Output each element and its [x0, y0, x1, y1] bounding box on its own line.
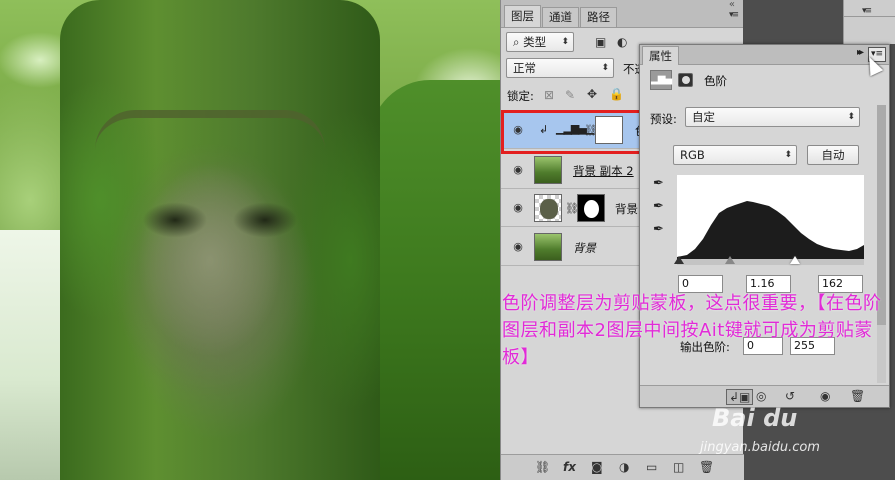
layer-thumbnail: [534, 194, 562, 222]
chevron-updown-icon: ⬍: [847, 112, 855, 122]
blend-mode-dropdown[interactable]: 正常 ⬍: [506, 58, 614, 78]
right-dock-strip: ▾≡: [843, 0, 895, 44]
new-adjustment-icon[interactable]: ◑: [619, 460, 629, 474]
layer-name: 背景: [573, 241, 596, 255]
tab-layers[interactable]: 图层: [504, 5, 541, 27]
preset-label: 预设:: [650, 112, 677, 126]
black-eyedropper-icon[interactable]: ✒: [653, 176, 664, 191]
layer-name: 背景 副本 2: [573, 164, 634, 178]
panel-menu-icon[interactable]: ▾≡: [862, 6, 872, 16]
layer-name: 背景: [615, 202, 638, 216]
collapse-arrows-icon[interactable]: ▸▸: [857, 47, 864, 58]
photo-headband: [95, 110, 325, 150]
lock-all-icon[interactable]: 🔒: [609, 87, 624, 101]
annotation-text: 色阶调整层为剪贴蒙板，这点很重要，【在色阶图层和副本2图层中间按Ait键就可成为…: [502, 293, 882, 368]
white-eyedropper-icon[interactable]: ✒: [653, 222, 664, 237]
fx-icon[interactable]: fx: [563, 460, 576, 474]
properties-titlebar: 属性 ▸▸ ▾≡: [640, 45, 889, 65]
photo-branch: [370, 80, 500, 480]
black-point-handle[interactable]: [674, 256, 684, 264]
gamma-handle[interactable]: [725, 256, 735, 264]
white-point-handle[interactable]: [790, 256, 800, 264]
panel-menu-icon[interactable]: ▾≡: [729, 10, 739, 20]
blend-mode-label: 正常: [513, 61, 536, 75]
input-slider-track[interactable]: [677, 259, 864, 265]
divider: [844, 16, 895, 17]
lock-brush-icon[interactable]: ✎: [565, 88, 575, 102]
levels-adjust-icon: ▂▆▄: [650, 70, 672, 90]
histogram-shape: [677, 201, 864, 259]
layer-mask-thumbnail[interactable]: [577, 194, 605, 222]
new-group-icon[interactable]: ▭: [646, 460, 657, 474]
clip-to-layer-icon[interactable]: ↲▣: [726, 389, 754, 405]
histogram: [677, 175, 864, 259]
link-layers-icon[interactable]: ⛓: [535, 460, 550, 474]
eye-icon[interactable]: ◉: [511, 240, 525, 254]
chevron-updown-icon: ⬍: [784, 150, 792, 160]
lock-transparent-icon[interactable]: ⊠: [544, 88, 554, 102]
reset-icon[interactable]: ↺: [785, 389, 795, 403]
lock-label: 锁定:: [507, 89, 534, 103]
watermark-logo: Bai du: [712, 404, 798, 432]
layers-footer: ⛓ fx ◙ ◑ ▭ ◫ 🗑: [501, 454, 744, 480]
new-layer-icon[interactable]: ◫: [673, 460, 684, 474]
panel-collapse-icon[interactable]: «: [729, 0, 735, 10]
visibility-eye-icon[interactable]: ◉: [820, 389, 830, 403]
histogram-graph: [677, 201, 864, 259]
photo-canvas[interactable]: [0, 0, 500, 480]
layer-thumbnail: [534, 156, 562, 184]
search-icon: ⌕: [513, 35, 520, 49]
chevron-updown-icon: ⬍: [601, 63, 609, 73]
adjustment-filter-icon[interactable]: ◐: [617, 35, 627, 49]
eye-icon[interactable]: ◉: [511, 163, 525, 177]
trash-icon[interactable]: 🗑: [850, 389, 865, 403]
adjustment-type-label: 色阶: [704, 74, 727, 88]
layers-tabbar: 图层 通道 路径 « ▾≡: [501, 0, 743, 28]
tab-paths[interactable]: 路径: [580, 7, 617, 27]
preset-dropdown[interactable]: 自定 ⬍: [685, 107, 860, 127]
trash-icon[interactable]: 🗑: [699, 460, 714, 474]
eye-icon[interactable]: ◉: [511, 201, 525, 215]
channel-dropdown[interactable]: RGB ⬍: [673, 145, 797, 165]
view-previous-icon[interactable]: ◎: [756, 389, 766, 403]
highlight-box: [501, 110, 644, 154]
preset-value: 自定: [692, 110, 715, 124]
lock-move-icon[interactable]: ✥: [587, 87, 597, 101]
channel-value: RGB: [680, 148, 705, 162]
layer-thumbnail: [534, 233, 562, 261]
tab-properties[interactable]: 属性: [642, 46, 679, 65]
chevron-updown-icon: ⬍: [561, 37, 569, 47]
photo-face: [80, 110, 330, 410]
gray-eyedropper-icon[interactable]: ✒: [653, 199, 664, 214]
mask-icon[interactable]: [678, 73, 693, 87]
filter-kind-dropdown[interactable]: ⌕ 类型 ⬍: [506, 32, 574, 52]
tab-channels[interactable]: 通道: [542, 7, 579, 27]
auto-button[interactable]: 自动: [807, 145, 859, 165]
pixel-filter-icon[interactable]: ▣: [595, 35, 606, 49]
watermark-url: jingyan.baidu.com: [700, 440, 820, 455]
filter-kind-label: 类型: [523, 35, 547, 49]
add-mask-icon[interactable]: ◙: [591, 460, 603, 474]
